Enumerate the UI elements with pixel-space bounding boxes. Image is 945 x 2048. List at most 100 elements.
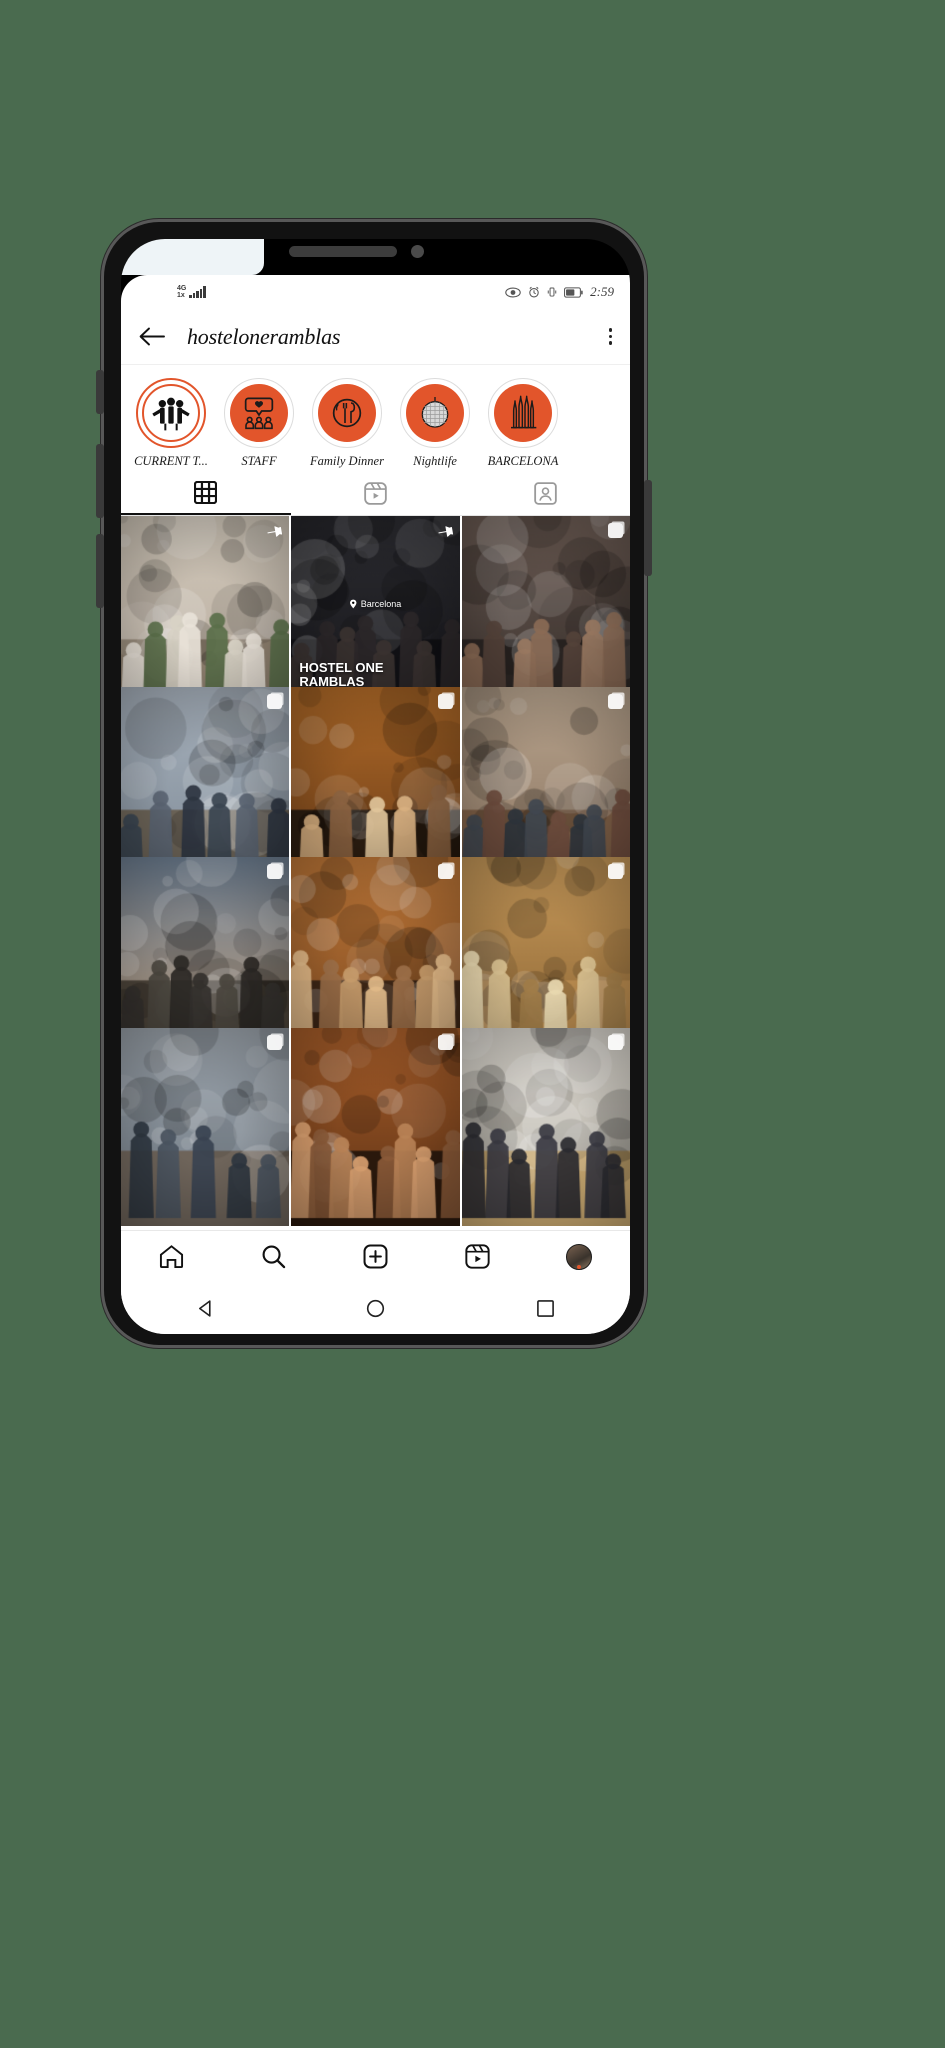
post-thumbnail — [121, 516, 290, 715]
network-type-label: 4G 1x — [177, 285, 187, 299]
highlight-ring — [488, 378, 558, 448]
photo-grid[interactable]: Barcelona HOSTEL ONE RAMBLAS — [121, 516, 630, 1227]
grid-post[interactable]: Barcelona HOSTEL ONE RAMBLAS — [291, 516, 460, 715]
post-thumbnail — [461, 1027, 630, 1227]
reels-icon — [465, 1244, 490, 1269]
carousel-badge-icon — [267, 864, 283, 879]
square-recents-icon — [536, 1299, 554, 1317]
system-recents-button[interactable] — [460, 1299, 630, 1318]
carousel-badge-icon — [267, 693, 283, 709]
grid-post[interactable] — [291, 686, 460, 886]
highlight-ring — [312, 378, 382, 448]
grid-post[interactable] — [291, 857, 460, 1056]
instagram-app: 4G 1x 2:59 hosteloneramblas CURRENT T...… — [121, 275, 630, 1334]
grid-icon — [194, 480, 218, 504]
front-camera — [411, 245, 424, 258]
people-group-icon — [142, 384, 200, 442]
system-back-button[interactable] — [121, 1299, 291, 1318]
tab-tagged[interactable] — [460, 471, 630, 515]
bottom-navigation[interactable] — [121, 1230, 630, 1282]
alarm-clock-icon — [529, 286, 539, 298]
back-arrow-icon[interactable] — [139, 327, 165, 346]
post-thumbnail — [121, 1027, 290, 1227]
grid-post[interactable] — [121, 1027, 290, 1227]
location-pin-icon — [350, 600, 357, 609]
highlight-ring — [400, 378, 470, 448]
status-bar-right: 2:59 — [505, 284, 614, 300]
signal-bars-icon — [189, 286, 206, 298]
post-thumbnail — [461, 516, 630, 715]
grid-post[interactable] — [461, 857, 630, 1056]
carousel-badge-icon — [437, 1034, 453, 1050]
eye-icon — [505, 286, 521, 298]
triangle-back-icon — [199, 1299, 211, 1317]
android-system-nav[interactable] — [121, 1282, 630, 1334]
grid-post[interactable] — [461, 1027, 630, 1227]
highlight-label: CURRENT T... — [134, 454, 208, 468]
post-thumbnail — [291, 857, 460, 1056]
plus-square-icon — [363, 1244, 388, 1269]
nav-search[interactable] — [223, 1244, 325, 1269]
story-highlights-row[interactable]: CURRENT T... STAFF Family Dinner Nightli… — [121, 366, 630, 471]
earpiece-speaker — [289, 246, 397, 257]
nav-create[interactable] — [325, 1244, 427, 1269]
nav-home[interactable] — [121, 1244, 223, 1269]
battery-icon — [564, 286, 583, 298]
highlight-ring — [136, 378, 206, 448]
volume-down-button[interactable] — [96, 534, 104, 608]
location-name: Barcelona — [360, 599, 402, 610]
kebab-menu-icon[interactable] — [608, 328, 612, 345]
status-bar: 4G 1x 2:59 — [121, 275, 630, 309]
home-icon — [160, 1245, 184, 1269]
location-chip: Barcelona — [350, 599, 402, 610]
status-bar-left: 4G 1x — [177, 285, 206, 299]
phone-frame: 4G 1x 2:59 hosteloneramblas CURRENT T...… — [96, 219, 652, 1348]
mute-switch-button[interactable] — [96, 370, 104, 414]
nav-profile[interactable] — [528, 1243, 630, 1270]
nav-reels[interactable] — [426, 1244, 528, 1269]
post-thumbnail — [461, 686, 630, 886]
highlight-current-t[interactable]: CURRENT T... — [133, 378, 209, 469]
carousel-badge-icon — [607, 693, 623, 709]
carousel-badge-icon — [267, 1034, 283, 1050]
speech-bubble-people-icon — [230, 384, 288, 442]
tagged-person-icon — [533, 481, 557, 505]
profile-header: hosteloneramblas — [121, 309, 630, 365]
phone-screen: 4G 1x 2:59 hosteloneramblas CURRENT T...… — [121, 239, 630, 1334]
post-thumbnail — [121, 686, 290, 886]
carousel-badge-icon — [437, 864, 453, 879]
volume-up-button[interactable] — [96, 444, 104, 518]
profile-tabs[interactable] — [121, 471, 630, 516]
plate-cutlery-icon — [318, 384, 376, 442]
carousel-badge-icon — [607, 1034, 623, 1050]
power-button[interactable] — [644, 480, 652, 576]
highlight-label: STAFF — [241, 454, 277, 468]
post-thumbnail — [291, 686, 460, 886]
notch-cutout — [121, 239, 264, 275]
highlight-barcelona[interactable]: BARCELONA — [485, 378, 561, 469]
post-caption-overlay: HOSTEL ONE RAMBLAS — [299, 659, 384, 689]
highlight-staff[interactable]: STAFF — [221, 378, 297, 469]
notification-dot — [577, 1264, 582, 1269]
grid-post[interactable] — [121, 686, 290, 886]
system-home-button[interactable] — [291, 1299, 461, 1318]
grid-post[interactable] — [291, 1027, 460, 1227]
post-thumbnail — [461, 857, 630, 1056]
page-title: hosteloneramblas — [187, 323, 341, 349]
carousel-badge-icon — [437, 693, 453, 709]
carousel-badge-icon — [607, 523, 623, 538]
grid-post[interactable] — [121, 516, 290, 715]
highlight-nightlife[interactable]: Nightlife — [397, 378, 473, 469]
tab-grid[interactable] — [121, 471, 291, 515]
grid-post[interactable] — [461, 686, 630, 886]
tab-reels[interactable] — [291, 471, 461, 515]
highlight-family-dinner[interactable]: Family Dinner — [309, 378, 385, 469]
highlight-label: BARCELONA — [487, 454, 559, 468]
sagrada-familia-icon — [494, 384, 552, 442]
highlight-label: Nightlife — [413, 454, 457, 468]
vibrate-icon — [547, 287, 557, 297]
grid-post[interactable] — [461, 516, 630, 715]
disco-ball-icon — [406, 384, 464, 442]
status-clock: 2:59 — [590, 284, 614, 299]
grid-post[interactable] — [121, 857, 290, 1056]
